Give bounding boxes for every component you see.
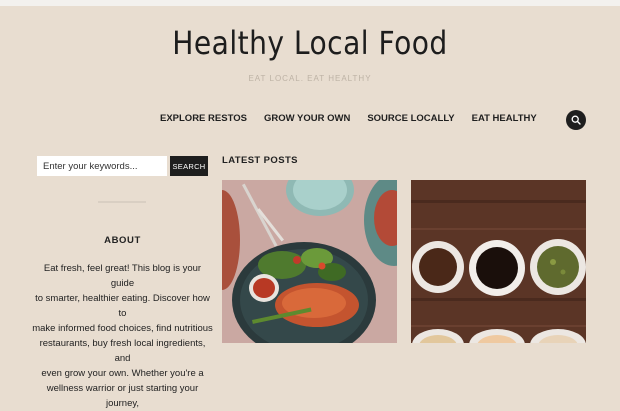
nav-item-source-locally[interactable]: SOURCE LOCALLY (367, 113, 454, 124)
header-search-button[interactable] (566, 110, 586, 130)
main-nav: EXPLORE RESTOS GROW YOUR OWN SOURCE LOCA… (160, 113, 537, 124)
site-tagline: EAT LOCAL. EAT HEALTHY (248, 74, 372, 83)
sidebar-search-input[interactable] (37, 156, 167, 176)
food-plate-photo (222, 180, 397, 343)
latest-posts-heading: LATEST POSTS (222, 155, 298, 166)
about-line: make informed food choices, find nutriti… (32, 323, 213, 334)
sidebar-divider (98, 201, 146, 203)
about-heading: ABOUT (104, 235, 141, 246)
post-card-image-sauce-bowls[interactable] (411, 180, 586, 343)
about-line: restaurants, buy fresh local ingredients… (39, 338, 206, 364)
top-bar (0, 0, 620, 6)
search-icon (571, 115, 581, 125)
post-card-image-food-plate[interactable] (222, 180, 397, 343)
about-line: to smarter, healthier eating. Discover h… (35, 293, 210, 319)
about-line: Eat fresh, feel great! This blog is your… (43, 263, 202, 289)
about-line: even grow your own. Whether you're a (41, 368, 204, 379)
sidebar-search-button[interactable]: SEARCH (170, 156, 208, 176)
nav-item-grow-your-own[interactable]: GROW YOUR OWN (264, 113, 350, 124)
site-title[interactable]: Healthy Local Food (37, 24, 583, 62)
about-line: wellness warrior or just starting your j… (46, 383, 199, 409)
nav-item-eat-healthy[interactable]: EAT HEALTHY (472, 113, 537, 124)
about-text: Eat fresh, feel great! This blog is your… (32, 261, 213, 411)
sauce-bowls-photo (411, 180, 586, 343)
nav-item-explore-restos[interactable]: EXPLORE RESTOS (160, 113, 247, 124)
